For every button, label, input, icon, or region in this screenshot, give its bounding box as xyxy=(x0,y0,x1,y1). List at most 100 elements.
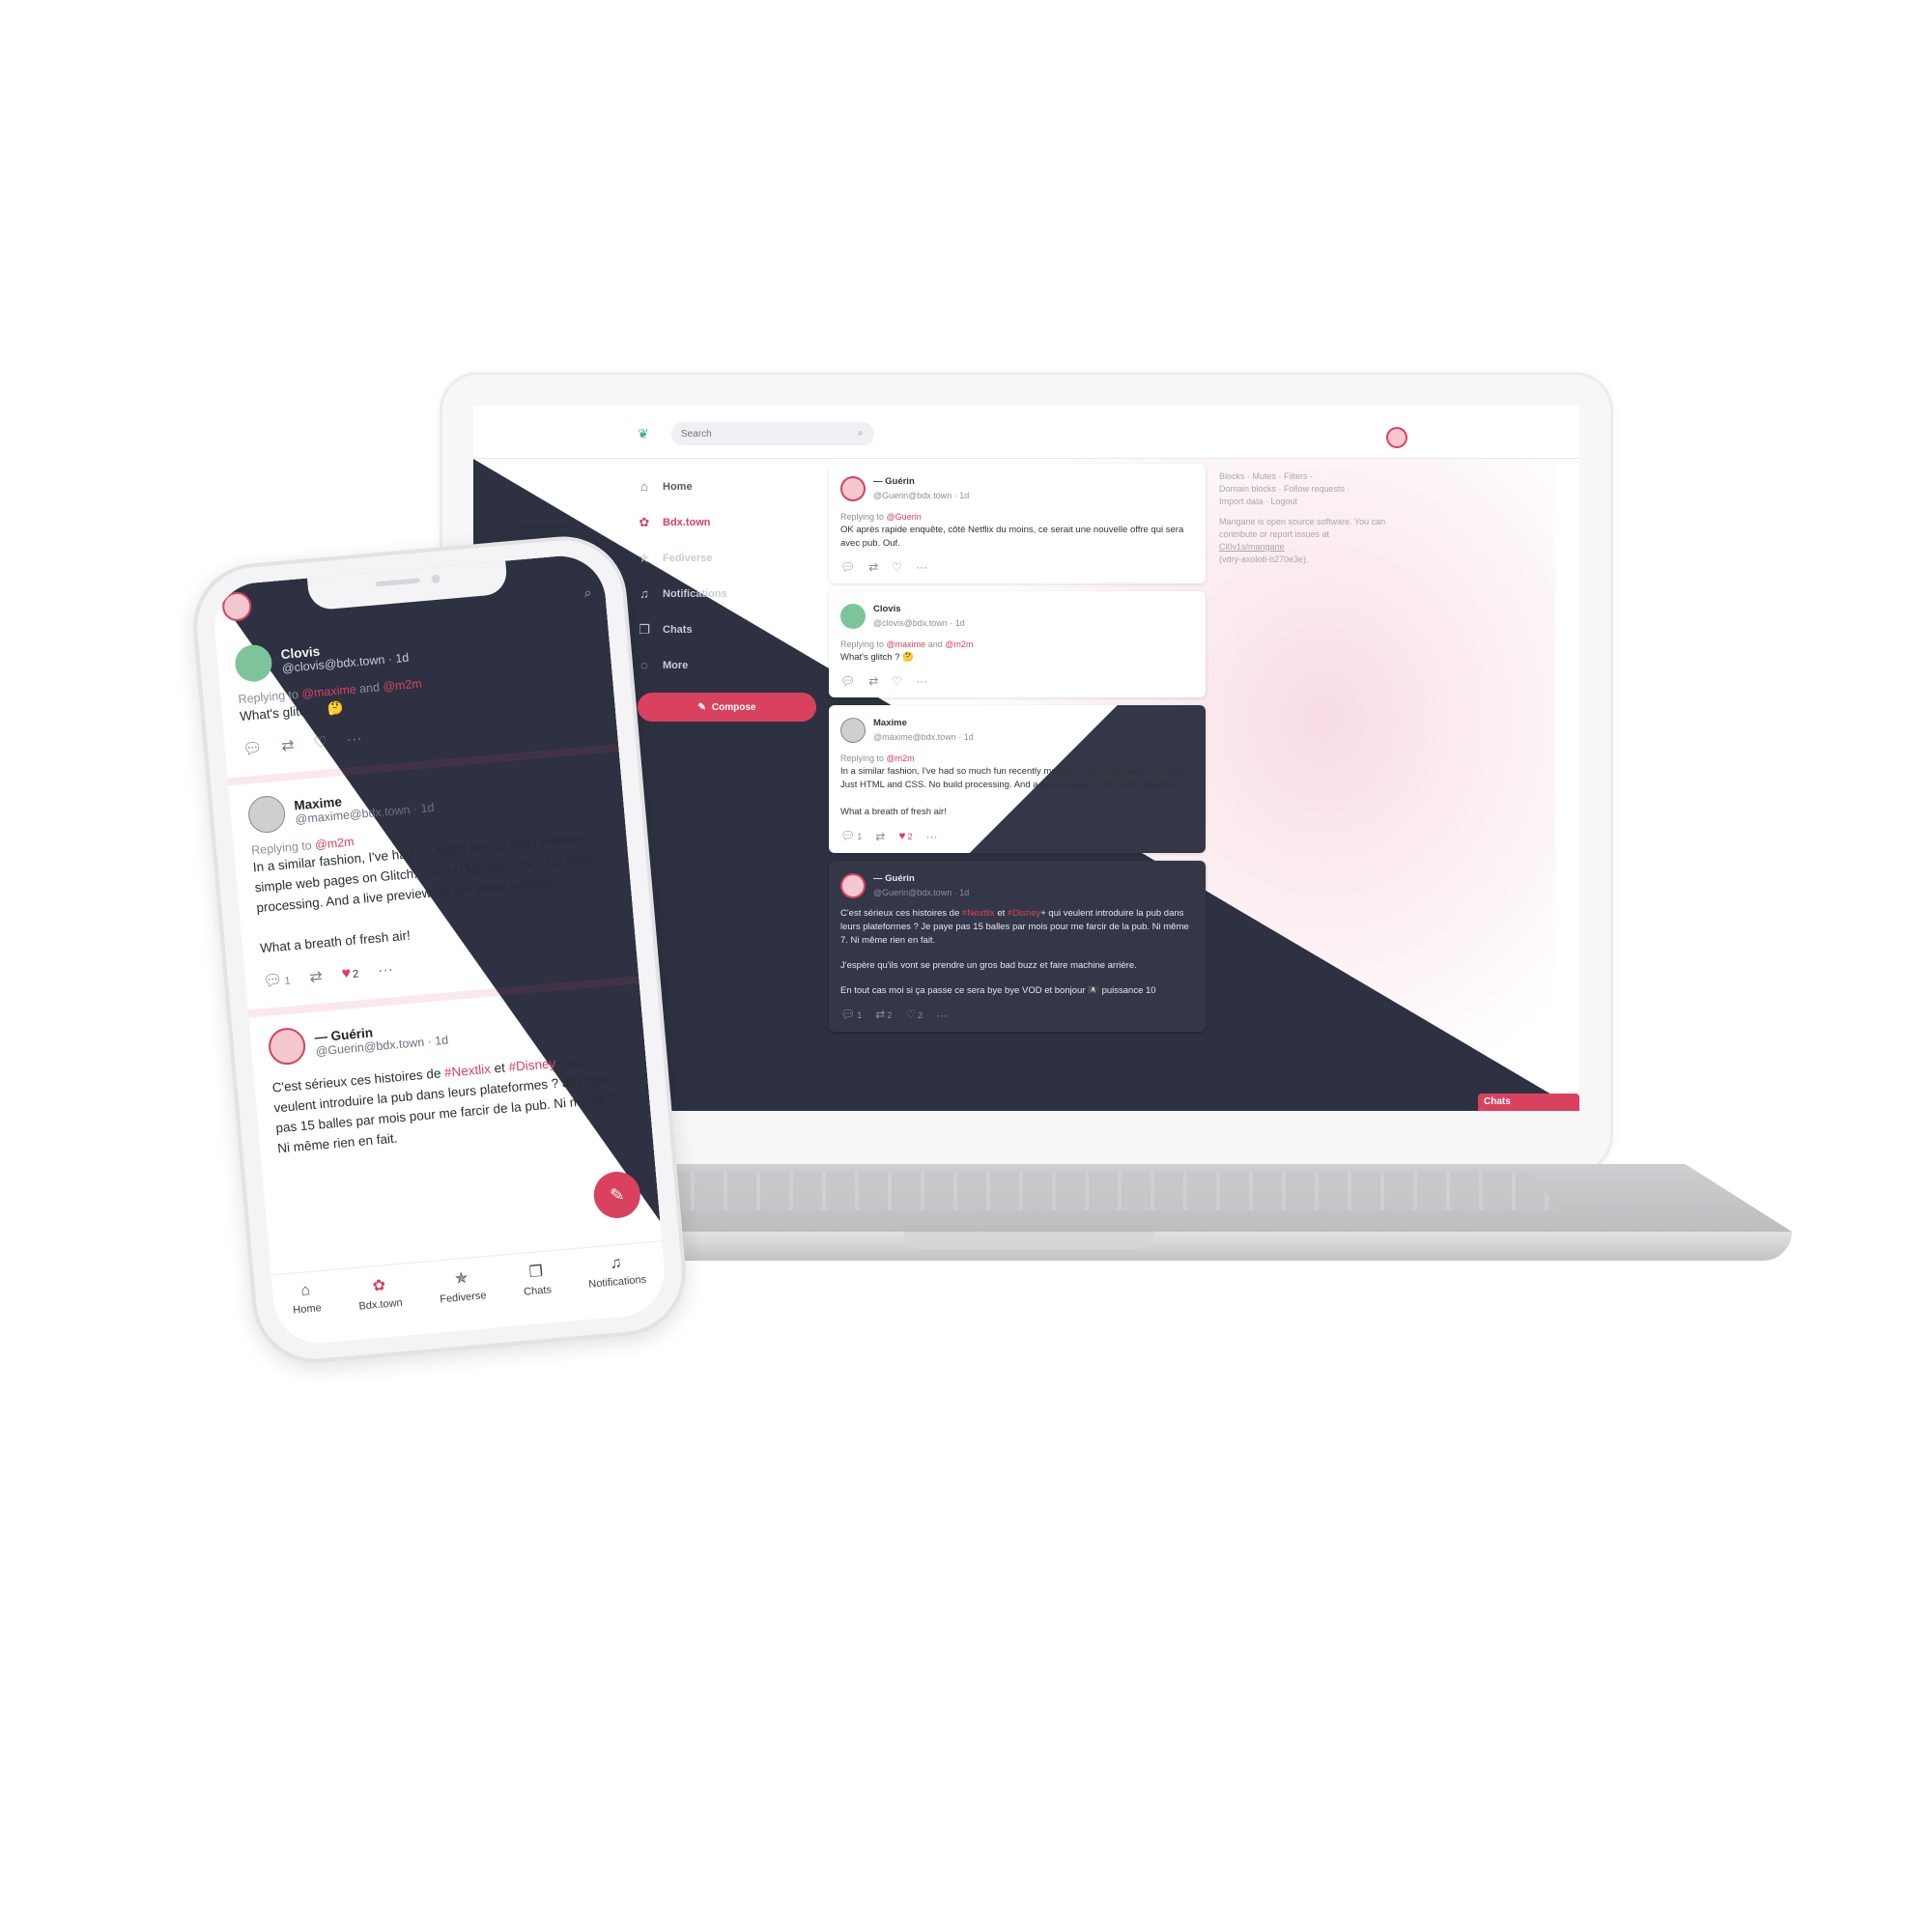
reply-icon[interactable]: 💬︎ xyxy=(840,674,855,688)
status-card[interactable]: — Guérin @Guerin@bdx.town · 1d Replying … xyxy=(829,464,1206,583)
account-handle: @clovis@bdx.town · 1d xyxy=(873,618,965,628)
repost-icon[interactable]: ⇄ xyxy=(868,674,878,688)
hashtag-link[interactable]: #Disney xyxy=(1008,908,1040,919)
tab-label: Notifications xyxy=(587,1273,647,1291)
repost-icon[interactable]: ⇄ xyxy=(868,560,878,574)
about-text: Mangane is open source software. You can… xyxy=(1219,517,1386,539)
repost-icon[interactable]: ⇄ xyxy=(875,830,885,843)
account-handle: @Guerin@bdx.town · 1d xyxy=(873,888,970,897)
reply-icon[interactable]: 💬︎ xyxy=(840,560,855,574)
footer-links[interactable]: Domain blocks · Follow requests · xyxy=(1219,483,1412,496)
repost-icon[interactable]: ⇄ xyxy=(280,735,296,755)
display-name[interactable]: — Guérin xyxy=(873,475,969,489)
desktop-feed: — Guérin @Guerin@bdx.town · 1d Replying … xyxy=(829,464,1206,1039)
more-dots-icon[interactable]: ··· xyxy=(377,961,393,980)
hashtag-link[interactable]: #Nextlix xyxy=(962,908,995,919)
mention-link[interactable]: @maxime xyxy=(887,639,926,649)
sidebar-item-more[interactable]: ◌ More xyxy=(638,647,831,683)
sidebar-item-bdx-town[interactable]: ✿ Bdx.town xyxy=(638,504,831,540)
display-name[interactable]: — Guérin xyxy=(873,872,969,886)
avatar[interactable] xyxy=(840,873,866,898)
tab-label: Fediverse xyxy=(439,1290,487,1306)
avatar[interactable] xyxy=(246,794,287,835)
more-icon: ◌ xyxy=(640,658,648,672)
desktop-topbar: ❦ ⌕ xyxy=(473,406,1579,459)
status-content: What's glitch ? 🤔 xyxy=(840,652,914,663)
status-card[interactable]: — Guérin @Guerin@bdx.town · 1d C'est sér… xyxy=(248,983,653,1178)
sidebar-item-notifications[interactable]: ♫ Notifications xyxy=(638,576,831,611)
status-content: OK après rapide enquête, côté Netflix du… xyxy=(840,525,1184,549)
tab-home[interactable]: ⌂ Home xyxy=(291,1281,325,1345)
sidebar-item-home[interactable]: ⌂ Home xyxy=(638,469,831,504)
reply-indicator: Replying to @maxime and @m2m xyxy=(840,638,1194,651)
leaf-logo-icon[interactable]: ❦ xyxy=(638,427,651,440)
footer-links[interactable]: Import data · Logout xyxy=(1219,496,1412,508)
status-content: C'est sérieux ces histoires de #Nextlix … xyxy=(271,1046,635,1158)
reply-icon[interactable]: 💬︎1 xyxy=(840,829,862,843)
more-dots-icon[interactable]: ··· xyxy=(916,674,927,688)
avatar[interactable] xyxy=(840,718,866,743)
tab-fediverse[interactable]: ✯ Fediverse xyxy=(438,1266,490,1332)
account-avatar[interactable] xyxy=(1386,427,1407,448)
status-card[interactable]: Maxime @maxime@bdx.town · 1d Replying to… xyxy=(829,705,1206,853)
tab-bdx-town[interactable]: ✿ Bdx.town xyxy=(356,1274,406,1340)
display-name[interactable]: Clovis xyxy=(873,603,965,616)
status-header: Maxime @maxime@bdx.town · 1d xyxy=(840,717,1194,744)
search-input[interactable] xyxy=(671,422,874,445)
sidebar-item-label: More xyxy=(663,659,689,671)
more-dots-icon[interactable]: ··· xyxy=(925,830,937,843)
fediverse-icon: ✯ xyxy=(454,1269,469,1288)
footer-links[interactable]: Blocks · Mutes · Filters · xyxy=(1219,470,1412,483)
chat-icon: ❐ xyxy=(639,621,650,637)
more-dots-icon[interactable]: ··· xyxy=(916,560,927,574)
more-dots-icon[interactable]: ··· xyxy=(936,1009,948,1022)
compose-button[interactable]: ✎ Compose xyxy=(638,693,816,722)
status-card[interactable]: — Guérin @Guerin@bdx.town · 1d C'est sér… xyxy=(829,861,1206,1032)
reply-count: 1 xyxy=(857,832,863,841)
laptop-notch xyxy=(903,1232,1154,1249)
avatar[interactable] xyxy=(840,604,866,629)
search-icon[interactable]: ⌕ xyxy=(858,428,864,439)
reply-icon[interactable]: 💬︎1 xyxy=(262,970,291,991)
repost-icon[interactable]: ⇄ 2 xyxy=(875,1008,892,1022)
more-dots-icon[interactable]: ··· xyxy=(346,730,362,749)
hashtag-link[interactable]: #Nextlix xyxy=(443,1062,491,1080)
avatar[interactable] xyxy=(840,476,866,501)
status-header: Clovis @clovis@bdx.town · 1d xyxy=(840,603,1194,630)
reply-icon[interactable]: 💬︎1 xyxy=(840,1008,862,1022)
reply-icon[interactable]: 💬︎ xyxy=(242,738,263,759)
heart-icon[interactable]: ♡ xyxy=(892,560,902,574)
pencil-icon: ✎ xyxy=(609,1183,626,1206)
heart-icon[interactable]: ♡ xyxy=(313,732,328,753)
mention-link[interactable]: @m2m xyxy=(945,639,973,649)
search-icon[interactable]: ⌕ xyxy=(583,584,592,602)
sidebar-item-fediverse[interactable]: ✯ Fediverse xyxy=(638,540,831,576)
display-name[interactable]: Maxime xyxy=(873,717,974,730)
bell-icon: ♫ xyxy=(609,1254,623,1272)
avatar[interactable] xyxy=(233,643,274,684)
instance-icon: ✿ xyxy=(639,514,650,529)
heart-icon[interactable]: ♡ 2 xyxy=(905,1008,923,1022)
text-paragraph: En tout cas moi si ça passe ce sera bye … xyxy=(840,985,1156,996)
status-card[interactable]: Maxime @maxime@bdx.town · 1d Replying to… xyxy=(228,752,639,1018)
heart-filled-icon[interactable]: ♥2 xyxy=(898,829,912,843)
status-actions: 💬︎ ⇄ ♡ ··· xyxy=(840,560,1194,574)
reply-and: and xyxy=(358,680,381,696)
tab-notifications[interactable]: ♫ Notifications xyxy=(586,1253,649,1320)
repo-link[interactable]: Cl0v1s/mangane xyxy=(1219,541,1412,554)
chats-panel-tab[interactable]: Chats xyxy=(1478,1094,1579,1111)
avatar[interactable] xyxy=(267,1026,307,1066)
heart-icon[interactable]: ♡ xyxy=(892,674,902,688)
hashtag-link[interactable]: #Disney xyxy=(508,1056,556,1074)
reply-indicator: Replying to @Guerin xyxy=(840,510,1194,524)
repost-icon[interactable]: ⇄ xyxy=(309,967,324,987)
account-handle: @maxime@bdx.town · 1d xyxy=(873,732,974,742)
tab-chats[interactable]: ❐ Chats xyxy=(522,1261,554,1324)
sidebar-item-chats[interactable]: ❐ Chats xyxy=(638,611,831,647)
tab-label: Chats xyxy=(523,1284,553,1298)
sidebar-item-label: Notifications xyxy=(663,587,727,600)
mention-link[interactable]: @Guerin xyxy=(887,512,922,522)
heart-filled-icon[interactable]: ♥2 xyxy=(341,964,359,982)
mention-link[interactable]: @m2m xyxy=(887,753,915,763)
status-card[interactable]: Clovis @clovis@bdx.town · 1d Replying to… xyxy=(829,591,1206,697)
